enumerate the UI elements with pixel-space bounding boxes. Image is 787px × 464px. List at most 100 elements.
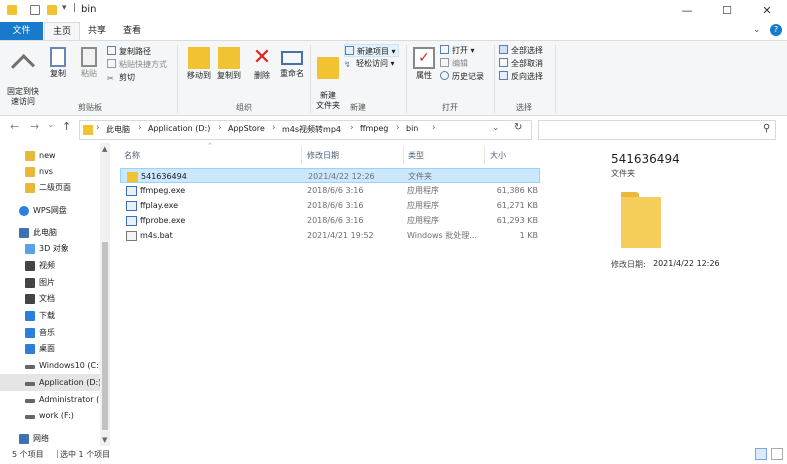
open-small-actions: 打开 ▾ 编辑 历史记录: [440, 44, 484, 83]
select-none-button[interactable]: 全部取消: [499, 57, 543, 70]
file-date: 2018/6/6 3:16: [307, 201, 364, 210]
breadcrumb-bin[interactable]: bin: [406, 124, 418, 133]
collapse-ribbon-icon[interactable]: ⌄: [753, 25, 761, 35]
details-type: 文件夹: [611, 169, 635, 178]
back-arrow-icon[interactable]: ←: [10, 120, 19, 133]
paste-shortcut-button[interactable]: 粘贴快捷方式: [107, 58, 167, 71]
invert-selection-button[interactable]: 反向选择: [499, 70, 543, 83]
invert-selection-label: 反向选择: [511, 72, 543, 81]
tab-share[interactable]: 共享: [80, 22, 114, 40]
nav-item-nvs[interactable]: nvs: [0, 163, 100, 180]
nav-item-documents[interactable]: 文档: [0, 290, 100, 307]
file-row-ffprobe[interactable]: ffprobe.exe 2018/6/6 3:16 应用程序 61,293 KB: [120, 213, 540, 228]
scroll-down-icon[interactable]: ▼: [102, 436, 107, 444]
copy-to-button[interactable]: 复制到: [213, 45, 245, 81]
nav-item-drive-d[interactable]: Application (D:): [0, 374, 100, 391]
nav-scrollbar-thumb[interactable]: [102, 242, 108, 430]
refresh-icon[interactable]: ↻: [514, 122, 522, 133]
pin-icon: [10, 53, 36, 79]
edit-button[interactable]: 编辑: [440, 57, 484, 70]
recent-locations-icon[interactable]: ⌄: [47, 120, 55, 130]
file-date: 2018/6/6 3:16: [307, 186, 364, 195]
address-bar[interactable]: › 此电脑 › Application (D:) › AppStore › m4…: [79, 120, 532, 140]
ribbon-divider: [310, 45, 311, 113]
minimize-button[interactable]: —: [667, 0, 707, 22]
nav-item-label: 图片: [39, 278, 55, 287]
up-arrow-icon[interactable]: ↑: [62, 120, 71, 133]
nav-item-drive-f[interactable]: work (F:): [0, 407, 100, 424]
nav-item-drive-e[interactable]: Administrator (: [0, 391, 100, 408]
nav-item-network[interactable]: 网络: [0, 430, 100, 447]
new-folder-icon[interactable]: [47, 5, 57, 15]
column-divider[interactable]: [403, 146, 404, 164]
address-dropdown-icon[interactable]: ⌄: [492, 123, 500, 133]
paste-button[interactable]: 粘贴: [75, 45, 103, 79]
select-all-button[interactable]: 全部选择: [499, 44, 543, 57]
breadcrumb-appstore[interactable]: AppStore: [228, 124, 265, 133]
sort-indicator-icon: ⌃: [207, 142, 213, 150]
properties-icon[interactable]: [30, 5, 40, 15]
file-size: 61,271 KB: [496, 201, 538, 210]
file-type: 应用程序: [407, 186, 439, 195]
status-divider: |: [56, 449, 59, 458]
cut-button[interactable]: ✂ 剪切: [107, 71, 167, 84]
history-icon: [440, 71, 449, 80]
column-header-date[interactable]: 修改日期: [307, 150, 339, 161]
column-divider[interactable]: [484, 146, 485, 164]
large-icons-view-icon[interactable]: [771, 448, 783, 460]
breadcrumb-application-d[interactable]: Application (D:): [148, 124, 210, 133]
nav-item-this-pc[interactable]: 此电脑: [0, 224, 100, 241]
file-row-ffmpeg[interactable]: ffmpeg.exe 2018/6/6 3:16 应用程序 61,386 KB: [120, 183, 540, 198]
easy-access-button[interactable]: ↯ 轻松访问 ▾: [344, 57, 399, 70]
rename-button[interactable]: 重命名: [277, 45, 307, 79]
breadcrumb-this-pc[interactable]: 此电脑: [106, 124, 130, 135]
nav-item-videos[interactable]: 视频: [0, 257, 100, 274]
breadcrumb-ffmpeg[interactable]: ffmpeg: [360, 124, 388, 133]
open-button[interactable]: 打开 ▾: [440, 44, 484, 57]
nav-item-music[interactable]: 音乐: [0, 324, 100, 341]
move-to-button[interactable]: 移动到: [183, 45, 215, 81]
file-row-541636494[interactable]: 541636494 2021/4/22 12:26 文件夹: [120, 168, 540, 183]
chevron-down-icon[interactable]: ▾: [62, 3, 67, 13]
selected-count: 选中 1 个项目: [60, 450, 111, 459]
nav-item-desktop[interactable]: 桌面: [0, 340, 100, 357]
breadcrumb-separator: ›: [350, 123, 354, 133]
tab-file[interactable]: 文件: [0, 22, 43, 40]
nav-item-label: 音乐: [39, 328, 55, 337]
column-divider[interactable]: [301, 146, 302, 164]
search-input[interactable]: ⚲: [538, 120, 776, 140]
column-header-size[interactable]: 大小: [490, 150, 506, 161]
nav-item-label: 下载: [39, 311, 55, 320]
nav-item-pictures[interactable]: 图片: [0, 274, 100, 291]
network-icon: [19, 434, 29, 444]
nav-item-downloads[interactable]: 下载: [0, 307, 100, 324]
pin-quick-access-button[interactable]: 固定到快 速访问: [4, 45, 42, 107]
breadcrumb-m4s-folder[interactable]: m4s视频转mp4: [282, 124, 341, 135]
copy-path-button[interactable]: 复制路径: [107, 45, 167, 58]
delete-button[interactable]: ✕ 删除: [249, 45, 275, 81]
close-button[interactable]: ✕: [747, 0, 787, 22]
copy-button[interactable]: 复制: [44, 45, 72, 79]
nav-item-3d-objects[interactable]: 3D 对象: [0, 240, 100, 257]
nav-item-label: nvs: [39, 167, 53, 176]
nav-item-secondary-page[interactable]: 二级页面: [0, 179, 100, 196]
help-icon[interactable]: ?: [770, 24, 782, 36]
properties-button[interactable]: ✓ 属性: [411, 45, 437, 81]
new-item-button[interactable]: 新建项目 ▾: [344, 44, 399, 57]
file-size: 1 KB: [519, 231, 538, 240]
nav-item-label: 文档: [39, 294, 55, 303]
scroll-up-icon[interactable]: ▲: [102, 145, 107, 153]
column-header-name[interactable]: 名称: [124, 150, 140, 161]
nav-item-wps-cloud[interactable]: WPS网盘: [0, 202, 100, 219]
nav-item-drive-c[interactable]: Windows10 (C:): [0, 357, 100, 374]
column-header-type[interactable]: 类型: [408, 150, 424, 161]
tab-view[interactable]: 查看: [114, 22, 150, 40]
nav-item-new[interactable]: new: [0, 147, 100, 164]
forward-arrow-icon[interactable]: →: [30, 120, 39, 133]
tab-home[interactable]: 主页: [44, 22, 80, 40]
file-row-m4s-bat[interactable]: m4s.bat 2021/4/21 19:52 Windows 批处理... 1…: [120, 228, 540, 243]
history-button[interactable]: 历史记录: [440, 70, 484, 83]
file-row-ffplay[interactable]: ffplay.exe 2018/6/6 3:16 应用程序 61,271 KB: [120, 198, 540, 213]
maximize-button[interactable]: ☐: [707, 0, 747, 22]
details-view-icon[interactable]: [755, 448, 767, 460]
